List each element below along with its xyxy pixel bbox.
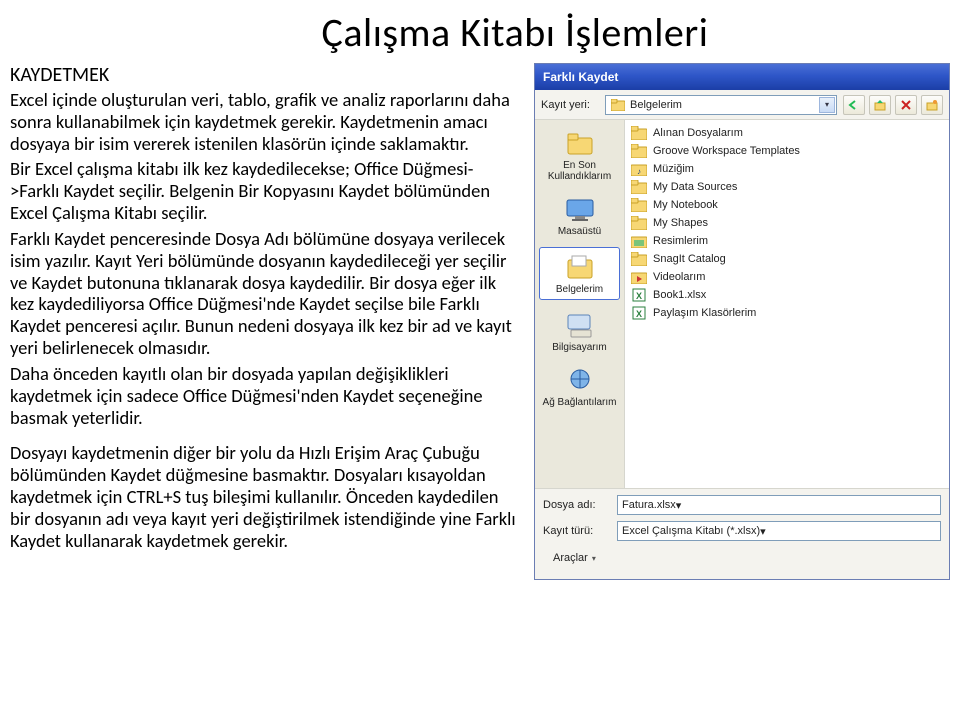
file-item-label: My Notebook <box>653 199 718 211</box>
file-item[interactable]: ♪ Müziğim <box>631 160 943 178</box>
dialog-title: Farklı Kaydet <box>543 70 618 84</box>
file-item-label: Alınan Dosyalarım <box>653 127 743 139</box>
folder-music-icon: ♪ <box>631 161 647 177</box>
file-item[interactable]: X Book1.xlsx <box>631 286 943 304</box>
back-button[interactable] <box>843 95 865 115</box>
folder-icon <box>631 251 647 267</box>
folder-icon <box>631 197 647 213</box>
folder-icon <box>610 97 626 113</box>
desktop-icon <box>563 194 597 224</box>
dialog-bottom: Dosya adı: Fatura.xlsx ▾ Kayıt türü: Exc… <box>535 488 949 579</box>
filename-input[interactable]: Fatura.xlsx ▾ <box>617 495 941 515</box>
file-item[interactable]: My Shapes <box>631 214 943 232</box>
file-item[interactable]: Alınan Dosyalarım <box>631 124 943 142</box>
file-item[interactable]: X Paylaşım Klasörlerim <box>631 304 943 322</box>
file-item-label: Groove Workspace Templates <box>653 145 800 157</box>
folder-pictures-icon <box>631 233 647 249</box>
paragraph-2: Bir Excel çalışma kitabı ilk kez kaydedi… <box>10 158 522 223</box>
save-in-value: Belgelerim <box>630 99 682 111</box>
file-item[interactable]: Videolarım <box>631 268 943 286</box>
folder-icon <box>631 215 647 231</box>
chevron-down-icon[interactable]: ▾ <box>676 499 682 512</box>
tools-row: Araçlar ▾ <box>543 547 941 569</box>
file-item-label: Book1.xlsx <box>653 289 706 301</box>
new-folder-button[interactable] <box>921 95 943 115</box>
folder-data-icon <box>631 179 647 195</box>
file-item[interactable]: Groove Workspace Templates <box>631 142 943 160</box>
text-column: KAYDETMEK Excel içinde oluşturulan veri,… <box>10 63 530 580</box>
computer-icon <box>563 310 597 340</box>
save-in-label: Kayıt yeri: <box>541 99 599 111</box>
dialog-column: Farklı Kaydet Kayıt yeri: Belgelerim ▾ <box>530 63 950 580</box>
file-item-label: My Shapes <box>653 217 708 229</box>
tools-button[interactable]: Araçlar ▾ <box>543 547 612 569</box>
toolbar-icons <box>843 95 943 115</box>
file-item[interactable]: My Data Sources <box>631 178 943 196</box>
folder-icon <box>631 143 647 159</box>
places-item[interactable]: En Son Kullandıklarım <box>535 126 624 184</box>
dialog-body: En Son Kullandıklarım Masaüstü Belgelerim B… <box>535 120 949 488</box>
paragraph-1: Excel içinde oluşturulan veri, tablo, gr… <box>10 89 522 154</box>
places-item-label: Bilgisayarım <box>552 342 606 353</box>
paragraph-3: Farklı Kaydet penceresinde Dosya Adı böl… <box>10 228 522 359</box>
chevron-down-icon: ▾ <box>592 554 602 563</box>
file-list[interactable]: Alınan Dosyalarım Groove Workspace Templa… <box>625 120 949 488</box>
save-in-row: Kayıt yeri: Belgelerim ▾ <box>535 90 949 120</box>
section-heading: KAYDETMEK <box>10 63 522 87</box>
filetype-row: Kayıt türü: Excel Çalışma Kitabı (*.xlsx… <box>543 521 941 541</box>
chevron-down-icon[interactable]: ▾ <box>819 97 835 113</box>
places-item[interactable]: Masaüstü <box>535 192 624 239</box>
file-item-label: Resimlerim <box>653 235 708 247</box>
svg-text:X: X <box>636 309 642 319</box>
folder-recent-icon <box>563 128 597 158</box>
chevron-down-icon[interactable]: ▾ <box>760 525 766 538</box>
svg-text:♪: ♪ <box>637 167 641 176</box>
folder-video-icon <box>631 269 647 285</box>
tools-label: Araçlar <box>553 552 588 564</box>
page-title: Çalışma Kitabı İşlemleri <box>70 8 960 57</box>
places-item-label: Belgelerim <box>556 284 603 295</box>
my-documents-icon <box>563 252 597 282</box>
content-row: KAYDETMEK Excel içinde oluşturulan veri,… <box>0 63 960 580</box>
up-button[interactable] <box>869 95 891 115</box>
filename-row: Dosya adı: Fatura.xlsx ▾ <box>543 495 941 515</box>
network-icon <box>563 365 597 395</box>
dialog-titlebar: Farklı Kaydet <box>535 64 949 90</box>
places-item[interactable]: Bilgisayarım <box>535 308 624 355</box>
filetype-dropdown[interactable]: Excel Çalışma Kitabı (*.xlsx) ▾ <box>617 521 941 541</box>
paragraph-4: Daha önceden kayıtlı olan bir dosyada ya… <box>10 363 522 428</box>
svg-text:X: X <box>636 291 642 301</box>
places-item-label: En Son Kullandıklarım <box>537 160 622 182</box>
file-item[interactable]: Resimlerim <box>631 232 943 250</box>
filetype-value: Excel Çalışma Kitabı (*.xlsx) <box>622 525 760 537</box>
paragraph-5: Dosyayı kaydetmenin diğer bir yolu da Hı… <box>10 442 522 551</box>
excel-share-icon: X <box>631 305 647 321</box>
folder-icon <box>631 125 647 141</box>
places-item-label: Ağ Bağlantılarım <box>543 397 617 408</box>
file-item-label: My Data Sources <box>653 181 737 193</box>
save-as-dialog: Farklı Kaydet Kayıt yeri: Belgelerim ▾ <box>534 63 950 580</box>
filename-label: Dosya adı: <box>543 499 611 511</box>
places-item[interactable]: Ağ Bağlantılarım <box>535 363 624 410</box>
delete-button[interactable] <box>895 95 917 115</box>
save-in-dropdown[interactable]: Belgelerim ▾ <box>605 95 837 115</box>
file-item[interactable]: My Notebook <box>631 196 943 214</box>
filename-value: Fatura.xlsx <box>622 499 676 511</box>
filetype-label: Kayıt türü: <box>543 525 611 537</box>
excel-icon: X <box>631 287 647 303</box>
places-bar: En Son Kullandıklarım Masaüstü Belgelerim B… <box>535 120 625 488</box>
file-item-label: SnagIt Catalog <box>653 253 726 265</box>
file-item-label: Müziğim <box>653 163 694 175</box>
file-item-label: Videolarım <box>653 271 705 283</box>
file-item-label: Paylaşım Klasörlerim <box>653 307 756 319</box>
places-item[interactable]: Belgelerim <box>539 247 620 300</box>
file-item[interactable]: SnagIt Catalog <box>631 250 943 268</box>
places-item-label: Masaüstü <box>558 226 601 237</box>
